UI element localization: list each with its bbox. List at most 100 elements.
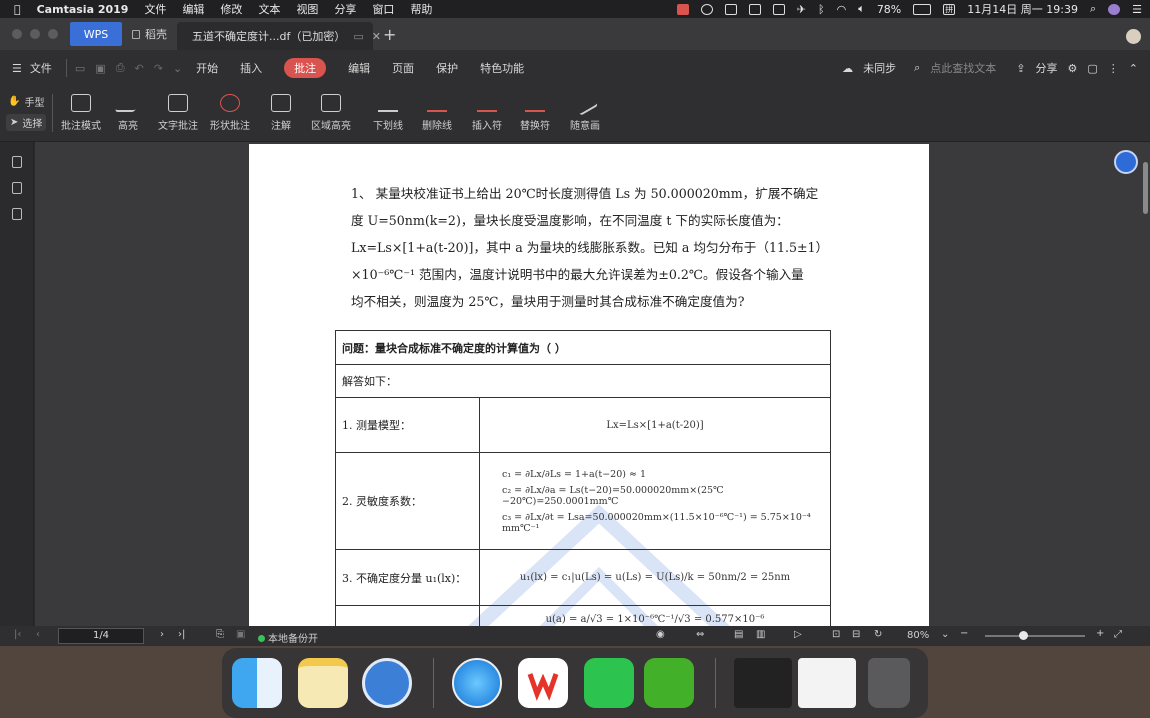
single-page-icon[interactable]: ▤ (734, 629, 743, 640)
wifi-icon[interactable]: ◠ (837, 3, 847, 16)
hand-tool[interactable]: ✋ 手型 (8, 94, 44, 109)
tool-strikethrough[interactable]: 删除线 (422, 94, 452, 132)
trash-icon[interactable] (868, 658, 910, 708)
display-icon[interactable] (772, 3, 785, 15)
avatar[interactable] (1126, 29, 1141, 44)
menu-edit[interactable]: 编辑 (348, 60, 370, 76)
input-method-icon[interactable]: 拼 (943, 3, 956, 15)
menubar-item-modify[interactable]: 修改 (220, 1, 242, 17)
search-icon[interactable]: ⌕ (914, 61, 920, 75)
first-page-icon[interactable]: |‹ (14, 629, 21, 640)
wechat-app-icon[interactable] (584, 658, 634, 708)
search-input[interactable]: 点此查找文本 (930, 60, 996, 76)
tool-highlight[interactable]: 高亮 (114, 94, 142, 132)
frame-icon[interactable]: ⊟ (852, 629, 860, 640)
finder-icon[interactable] (232, 658, 282, 708)
eye-icon[interactable]: ◉ (656, 629, 665, 640)
print-icon[interactable]: ⎙ (116, 61, 125, 75)
last-page-icon[interactable]: ›| (178, 629, 185, 640)
menubar-item-text[interactable]: 文本 (258, 1, 280, 17)
sync-status[interactable]: 未同步 (863, 60, 896, 76)
next-page-icon[interactable]: › (160, 629, 164, 640)
thumbnail-icon[interactable] (11, 182, 22, 194)
menu-start[interactable]: 开始 (196, 60, 218, 76)
zoom-out-icon[interactable]: − (960, 628, 968, 639)
menubar-item-edit[interactable]: 编辑 (182, 1, 204, 17)
menu-annotate[interactable]: 批注 (284, 58, 327, 78)
backup-status[interactable]: 本地备份开 (258, 630, 318, 645)
menu-features[interactable]: 特色功能 (480, 60, 524, 76)
notes-icon[interactable] (298, 658, 348, 708)
new-tab-button[interactable]: + (373, 22, 406, 46)
export-icon[interactable]: ⎘ (216, 629, 224, 640)
tool-insert-mark[interactable]: 插入符 (472, 94, 502, 132)
prev-page-icon[interactable]: ‹ (36, 629, 40, 640)
folder-icon[interactable]: ▭ (75, 62, 85, 75)
vertical-scrollbar[interactable] (1143, 162, 1148, 214)
save-status-icon[interactable]: ▣ (236, 629, 245, 640)
two-page-icon[interactable]: ▥ (756, 629, 765, 640)
tool-note[interactable]: 注解 (271, 94, 291, 132)
pdf-page[interactable]: 1、 某量块校准证书上给出 20℃时长度测得值 Ls 为 50.000020mm… (249, 144, 929, 626)
menu-file[interactable]: 文件 (30, 60, 52, 76)
tool-area-highlight[interactable]: 区域高亮 (311, 94, 351, 132)
menubar-datetime[interactable]: 11月14日 周一 19:39 (967, 1, 1078, 17)
battery-icon[interactable] (913, 3, 932, 15)
menu-page[interactable]: 页面 (392, 60, 414, 76)
control-center-icon[interactable]: ☰ (1132, 3, 1142, 16)
spotlight-icon[interactable]: ⌕ (1090, 2, 1096, 16)
fullscreen-icon[interactable]: ⤢ (1114, 629, 1122, 640)
zoom-level[interactable]: 80% (907, 630, 929, 641)
play-icon[interactable]: ▷ (794, 629, 802, 640)
minimized-window-2[interactable] (798, 658, 856, 708)
zoom-slider-thumb[interactable] (1019, 631, 1028, 640)
comment-icon[interactable]: ▢ (1087, 62, 1097, 75)
zoom-dropdown-icon[interactable]: ⌄ (941, 629, 949, 640)
hamburger-icon[interactable]: ☰ (12, 62, 22, 75)
tab-screen-icon[interactable]: ▭ (353, 30, 363, 43)
zoom-in-icon[interactable]: + (1096, 628, 1104, 639)
collapse-icon[interactable]: ⌃ (1129, 62, 1138, 75)
menubar-item-window[interactable]: 窗口 (372, 1, 394, 17)
siri-icon[interactable] (1108, 3, 1121, 15)
menu-insert[interactable]: 插入 (240, 60, 262, 76)
floating-tool-button[interactable] (1114, 150, 1138, 174)
tab-daoke[interactable]: 稻壳 (122, 22, 177, 46)
tool-text-annotation[interactable]: 文字批注 (158, 94, 198, 132)
zoom-window-button[interactable] (48, 29, 58, 39)
menubar-item-view[interactable]: 视图 (296, 1, 318, 17)
sync-icon[interactable]: ☁ (842, 62, 853, 75)
minimized-window-1[interactable] (734, 658, 792, 708)
menubar-item-help[interactable]: 帮助 (410, 1, 432, 17)
more-menu-icon[interactable]: ⋮ (1108, 62, 1119, 75)
menubar-item-file[interactable]: 文件 (144, 1, 166, 17)
volume-icon[interactable]: 🔈︎ (858, 2, 865, 16)
tool-freehand[interactable]: 随意画 (570, 90, 600, 132)
select-tool[interactable]: ➤ 选择 (6, 114, 47, 131)
save-icon[interactable]: ▣ (95, 62, 105, 75)
rotate-icon[interactable]: ↻ (874, 629, 882, 640)
undo-icon[interactable]: ↶ (135, 62, 144, 75)
tab-document[interactable]: 五道不确定度计...df（已加密） ▭ ✕ (177, 22, 381, 50)
bluetooth-icon[interactable]: ᛒ (818, 3, 825, 16)
tool-annotate-mode[interactable]: 批注模式 (61, 94, 101, 132)
minimize-window-button[interactable] (30, 29, 40, 39)
tool-shape-annotation[interactable]: 形状批注 (210, 94, 250, 132)
page-number-input[interactable]: 1/4 (58, 628, 144, 644)
share-icon[interactable]: ⇪ (1016, 62, 1025, 75)
bookmark-icon[interactable] (11, 156, 22, 168)
document-workspace[interactable]: 1、 某量块校准证书上给出 20℃时长度测得值 Ls 为 50.000020mm… (35, 142, 1150, 626)
wechat-icon[interactable] (700, 3, 713, 15)
wps-icon[interactable] (724, 3, 737, 15)
tool-replace-mark[interactable]: 替换符 (520, 94, 550, 132)
menubar-app-name[interactable]: Camtasia 2019 (37, 3, 129, 16)
crop-icon[interactable]: ⊡ (832, 629, 840, 640)
redo-icon[interactable]: ↷ (154, 62, 163, 75)
share-button[interactable]: 分享 (1036, 60, 1058, 76)
wps-office-icon[interactable] (518, 658, 568, 708)
zoom-slider[interactable] (985, 631, 1085, 640)
convert-icon[interactable] (11, 208, 22, 220)
menubar-item-share[interactable]: 分享 (334, 1, 356, 17)
camtasia-icon[interactable] (644, 658, 694, 708)
apple-icon[interactable]:  (14, 3, 21, 16)
